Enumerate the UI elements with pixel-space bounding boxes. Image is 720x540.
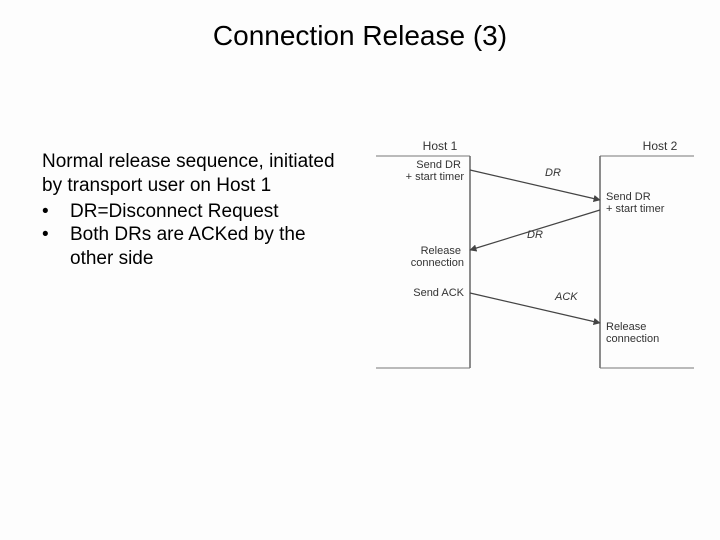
bullet-marker: • [42,200,70,224]
right-event: Send DR + start timer [606,191,665,215]
bullet-text: DR=Disconnect Request [70,200,352,224]
list-item: • DR=Disconnect Request [42,200,352,224]
body-text-block: Normal release sequence, initiated by tr… [42,150,352,271]
bullet-text: Both DRs are ACKed by the other side [70,223,352,271]
bullet-marker: • [42,223,70,247]
bullet-list: • DR=Disconnect Request • Both DRs are A… [42,200,352,271]
host2-label: Host 2 [643,139,678,153]
host1-label: Host 1 [423,139,458,153]
left-event: Send DR + start timer [406,159,465,183]
intro-paragraph: Normal release sequence, initiated by tr… [42,150,352,198]
message-label: ACK [554,291,578,303]
slide-title: Connection Release (3) [0,20,720,52]
left-event: Release connection [411,245,464,269]
right-event: Release connection [606,321,659,345]
left-event: Send ACK [413,287,464,299]
message-label: DR [545,167,561,179]
sequence-diagram: Host 1 Host 2 DR Send DR + start timer S… [370,138,700,388]
list-item: • Both DRs are ACKed by the other side [42,223,352,271]
message-label: DR [527,229,543,241]
